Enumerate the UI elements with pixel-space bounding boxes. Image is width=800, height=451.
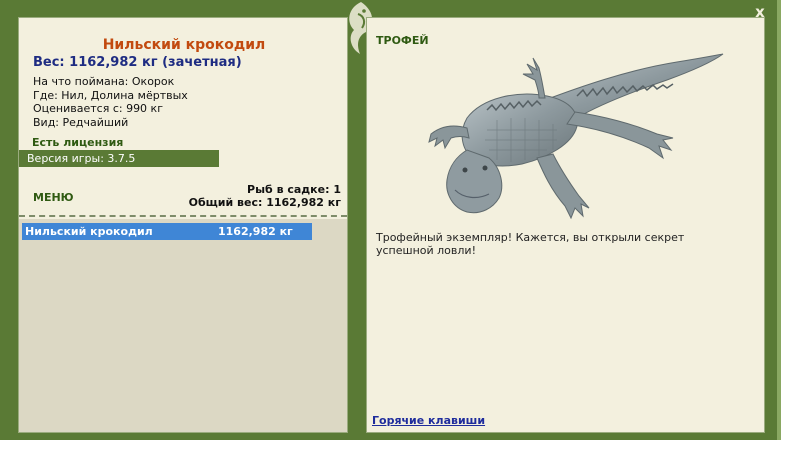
fish-info-panel: Нильский крокодил Вес: 1162,982 кг (заче…	[18, 17, 348, 433]
trophy-message: Трофейный экземпляр! Кажется, вы открыли…	[376, 231, 685, 257]
fish-title: Нильский крокодил	[102, 37, 266, 53]
fish-details: На что поймана: Окорок Где: Нил, Долина …	[33, 75, 188, 129]
crocodile-image	[428, 53, 724, 220]
license-status: Есть лицензия	[32, 136, 124, 149]
cage-stats: Рыб в садке: 1 Общий вес: 1162,982 кг	[188, 183, 341, 209]
location-text: Где: Нил, Долина мёртвых	[33, 88, 188, 102]
menu-button[interactable]: МЕНЮ	[33, 191, 74, 204]
hotkeys-link[interactable]: Горячие клавиши	[372, 414, 485, 427]
trophy-label: ТРОФЕЙ	[376, 34, 429, 47]
frame-edge	[777, 0, 781, 440]
catch-list: Нильский крокодил 1162,982 кг	[19, 219, 347, 432]
list-item-name: Нильский крокодил	[25, 225, 153, 238]
trophy-panel: ТРОФЕЙ Трофейный экземпляр! Кажется, вы …	[366, 17, 765, 433]
divider	[19, 215, 347, 217]
caught-on-text: На что поймана: Окорок	[33, 75, 175, 88]
total-weight-text: Общий вес: 1162,982 кг	[188, 195, 341, 209]
fish-count-text: Рыб в садке: 1	[247, 183, 341, 196]
version-bar: Версия игры: 3.7.5	[19, 150, 219, 167]
valued-from-text: Оценивается с: 990 кг	[33, 102, 163, 115]
list-item-weight: 1162,982 кг	[218, 225, 293, 238]
fish-weight: Вес: 1162,982 кг (зачетная)	[33, 55, 242, 70]
list-item[interactable]: Нильский крокодил 1162,982 кг	[22, 223, 312, 240]
kind-text: Вид: Редчайший	[33, 115, 129, 129]
